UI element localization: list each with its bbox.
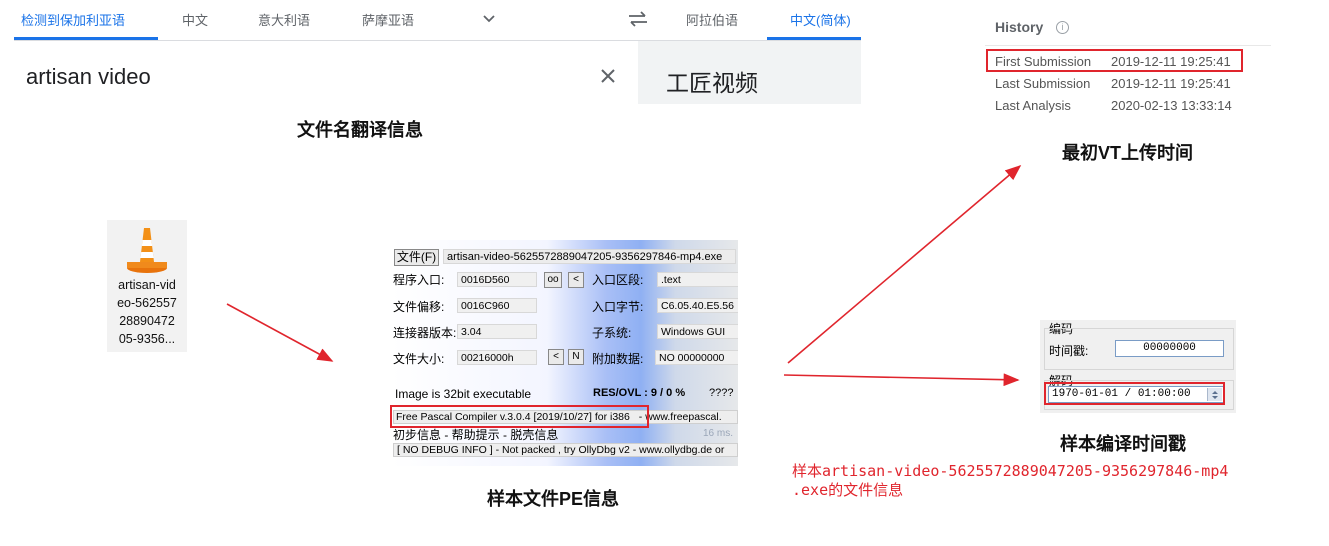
arrow-pe-to-timestamp — [783, 373, 1020, 387]
arrow-icon-to-pe — [226, 303, 334, 362]
annotation-arrows — [226, 164, 1022, 387]
arrow-pe-to-history — [787, 164, 1022, 364]
